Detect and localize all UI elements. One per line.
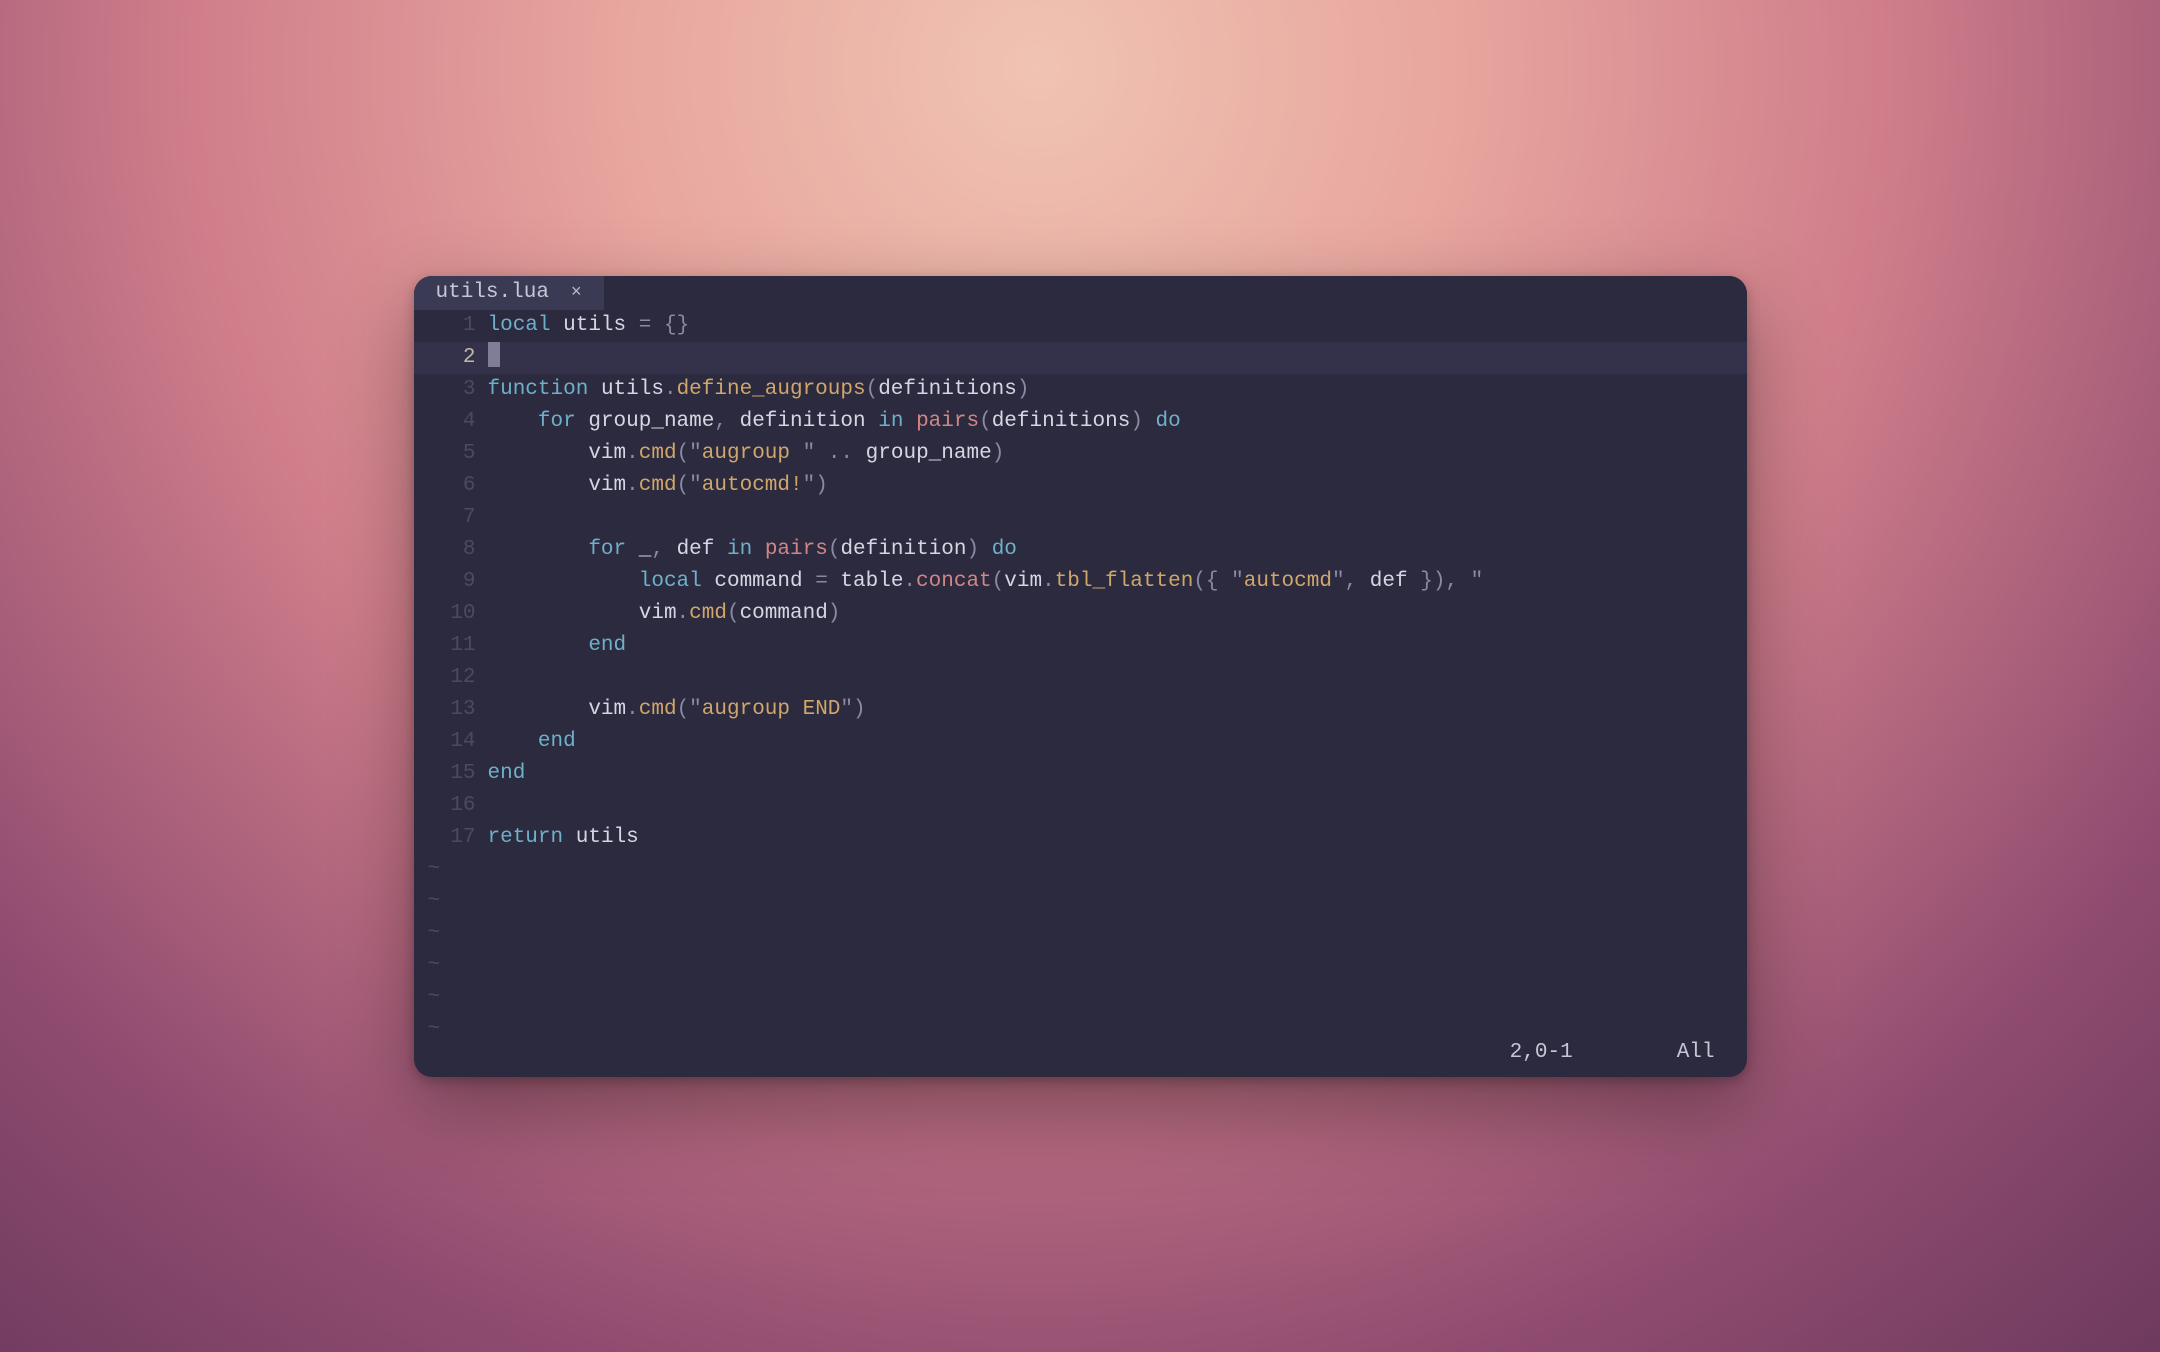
code-content bbox=[488, 662, 1747, 694]
terminal-window: utils.lua × 1 local utils = {} 2 3 funct… bbox=[414, 276, 1747, 1077]
code-content: function utils.define_augroups(definitio… bbox=[488, 374, 1747, 406]
code-content bbox=[488, 502, 1747, 534]
line-number: 8 bbox=[414, 534, 488, 566]
buffer-tab[interactable]: utils.lua × bbox=[414, 276, 604, 310]
code-content: for _, def in pairs(definition) do bbox=[488, 534, 1747, 566]
status-bar: 2,0-1 All bbox=[414, 1037, 1747, 1069]
line-number: 11 bbox=[414, 630, 488, 662]
code-line: 10 vim.cmd(command) bbox=[414, 598, 1747, 630]
cursor bbox=[488, 342, 500, 367]
code-line: 1 local utils = {} bbox=[414, 310, 1747, 342]
code-line: 13 vim.cmd("augroup END") bbox=[414, 694, 1747, 726]
empty-line-marker: ~ bbox=[414, 982, 1747, 1014]
line-number: 9 bbox=[414, 566, 488, 598]
code-line: 3 function utils.define_augroups(definit… bbox=[414, 374, 1747, 406]
line-number: 6 bbox=[414, 470, 488, 502]
code-line: 7 bbox=[414, 502, 1747, 534]
line-number: 13 bbox=[414, 694, 488, 726]
line-number: 14 bbox=[414, 726, 488, 758]
empty-line-marker: ~ bbox=[414, 950, 1747, 982]
line-number: 15 bbox=[414, 758, 488, 790]
code-line: 12 bbox=[414, 662, 1747, 694]
empty-line-marker: ~ bbox=[414, 854, 1747, 886]
code-content: local command = table.concat(vim.tbl_fla… bbox=[488, 566, 1747, 598]
empty-line-marker: ~ bbox=[414, 886, 1747, 918]
editor-area[interactable]: 1 local utils = {} 2 3 function utils.de… bbox=[414, 310, 1747, 1046]
code-content: local utils = {} bbox=[488, 310, 1747, 342]
line-number: 5 bbox=[414, 438, 488, 470]
code-content: for group_name, definition in pairs(defi… bbox=[488, 406, 1747, 438]
scroll-indicator: All bbox=[1677, 1037, 1715, 1069]
code-line: 4 for group_name, definition in pairs(de… bbox=[414, 406, 1747, 438]
code-content: vim.cmd("augroup " .. group_name) bbox=[488, 438, 1747, 470]
line-number: 12 bbox=[414, 662, 488, 694]
tab-bar: utils.lua × bbox=[414, 276, 1747, 310]
code-content: end bbox=[488, 726, 1747, 758]
tab-filename: utils.lua bbox=[436, 276, 549, 310]
code-line: 11 end bbox=[414, 630, 1747, 662]
code-line-current: 2 bbox=[414, 342, 1747, 374]
code-line: 16 bbox=[414, 790, 1747, 822]
code-content: end bbox=[488, 758, 1747, 790]
close-icon[interactable]: × bbox=[571, 276, 582, 310]
code-line: 9 local command = table.concat(vim.tbl_f… bbox=[414, 566, 1747, 598]
code-line: 15 end bbox=[414, 758, 1747, 790]
line-number: 3 bbox=[414, 374, 488, 406]
code-content: end bbox=[488, 630, 1747, 662]
code-line: 17 return utils bbox=[414, 822, 1747, 854]
line-number: 1 bbox=[414, 310, 488, 342]
code-content: return utils bbox=[488, 822, 1747, 854]
code-line: 6 vim.cmd("autocmd!") bbox=[414, 470, 1747, 502]
line-number: 10 bbox=[414, 598, 488, 630]
code-content bbox=[488, 790, 1747, 822]
line-number: 2 bbox=[414, 342, 488, 374]
cursor-position: 2,0-1 bbox=[1510, 1037, 1573, 1069]
line-number: 7 bbox=[414, 502, 488, 534]
line-number: 16 bbox=[414, 790, 488, 822]
code-line: 8 for _, def in pairs(definition) do bbox=[414, 534, 1747, 566]
line-number: 17 bbox=[414, 822, 488, 854]
code-content: vim.cmd("autocmd!") bbox=[488, 470, 1747, 502]
line-number: 4 bbox=[414, 406, 488, 438]
empty-line-marker: ~ bbox=[414, 918, 1747, 950]
code-content bbox=[488, 342, 1747, 374]
code-line: 14 end bbox=[414, 726, 1747, 758]
code-line: 5 vim.cmd("augroup " .. group_name) bbox=[414, 438, 1747, 470]
code-content: vim.cmd("augroup END") bbox=[488, 694, 1747, 726]
code-content: vim.cmd(command) bbox=[488, 598, 1747, 630]
